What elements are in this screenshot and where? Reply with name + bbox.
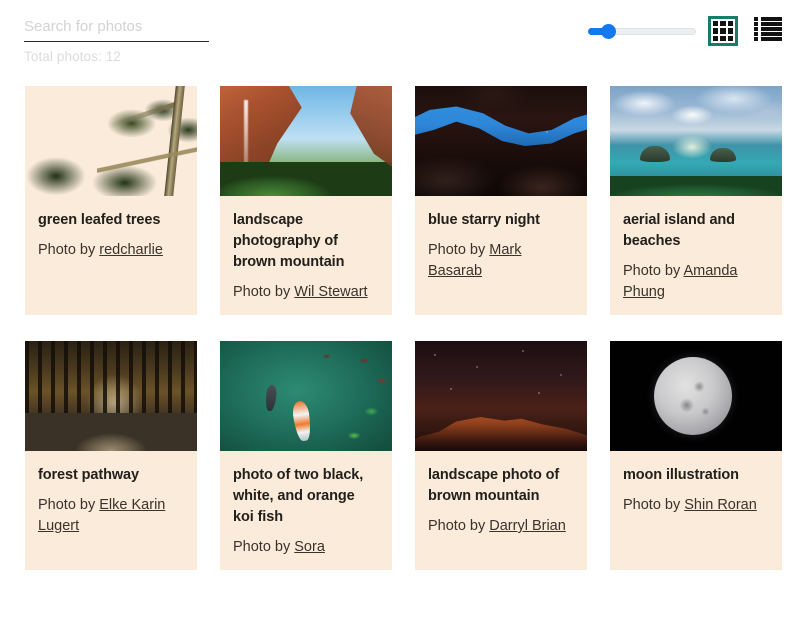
- photo-card-body: aerial island and beaches Photo by Amand…: [610, 196, 782, 315]
- photo-image-moon-illustration: [610, 341, 782, 451]
- rock-base-shape: [415, 437, 587, 451]
- photo-credit: Photo by redcharlie: [38, 240, 184, 261]
- photo-author-link[interactable]: Shin Roran: [684, 497, 757, 513]
- photo-author-link[interactable]: Wil Stewart: [294, 284, 367, 300]
- photo-thumbnail[interactable]: [220, 86, 392, 196]
- photo-author-link[interactable]: Sora: [294, 539, 325, 555]
- photo-thumbnail[interactable]: [415, 86, 587, 196]
- photo-thumbnail[interactable]: [25, 86, 197, 196]
- photo-card[interactable]: moon illustration Photo by Shin Roran: [610, 341, 782, 570]
- photo-author-link[interactable]: redcharlie: [99, 242, 163, 258]
- photo-image-koi-fish: [220, 341, 392, 451]
- photo-image-aerial-island: [610, 86, 782, 196]
- photo-title: aerial island and beaches: [623, 212, 735, 249]
- photo-credit: Photo by Wil Stewart: [233, 282, 379, 303]
- credit-prefix: Photo by: [428, 518, 490, 534]
- photo-title: photo of two black, white, and orange ko…: [233, 467, 364, 525]
- orange-koi-shape: [291, 400, 313, 442]
- grid-view-icon: [708, 16, 738, 46]
- photo-image-blue-starry-night: [415, 86, 587, 196]
- photo-card-body: green leafed trees Photo by redcharlie: [25, 196, 197, 273]
- credit-prefix: Photo by: [428, 242, 490, 258]
- photo-grid: green leafed trees Photo by redcharlie l…: [25, 86, 783, 570]
- credit-prefix: Photo by: [623, 497, 685, 513]
- photo-author-link[interactable]: Darryl Brian: [489, 518, 566, 534]
- photo-card-body: blue starry night Photo by Mark Basarab: [415, 196, 587, 294]
- search-field-wrapper: [24, 18, 209, 42]
- photo-image-forest-pathway: [25, 341, 197, 451]
- photo-thumbnail[interactable]: [25, 341, 197, 451]
- photo-thumbnail[interactable]: [220, 341, 392, 451]
- credit-prefix: Photo by: [38, 242, 100, 258]
- photo-image-green-leafed-trees: [25, 86, 197, 196]
- list-view-icon: [754, 16, 782, 42]
- photo-card-body: landscape photography of brown mountain …: [220, 196, 392, 315]
- photo-card-body: photo of two black, white, and orange ko…: [220, 451, 392, 570]
- photo-card[interactable]: green leafed trees Photo by redcharlie: [25, 86, 197, 315]
- photo-card[interactable]: photo of two black, white, and orange ko…: [220, 341, 392, 570]
- photo-title: moon illustration: [623, 467, 739, 483]
- photo-card-body: moon illustration Photo by Shin Roran: [610, 451, 782, 528]
- total-photos-label: Total photos: 12: [24, 49, 121, 64]
- slider-thumb[interactable]: [601, 24, 616, 39]
- dark-koi-shape: [264, 384, 278, 412]
- photo-credit: Photo by Elke Karin Lugert: [38, 495, 184, 537]
- photo-card[interactable]: forest pathway Photo by Elke Karin Luger…: [25, 341, 197, 570]
- photo-card[interactable]: aerial island and beaches Photo by Amand…: [610, 86, 782, 315]
- photo-title: green leafed trees: [38, 212, 161, 228]
- photo-credit: Photo by Mark Basarab: [428, 240, 574, 282]
- photo-credit: Photo by Shin Roran: [623, 495, 769, 516]
- grid-view-button[interactable]: [708, 16, 738, 46]
- credit-prefix: Photo by: [233, 284, 295, 300]
- photo-thumbnail[interactable]: [415, 341, 587, 451]
- photo-thumbnail[interactable]: [610, 341, 782, 451]
- canyon-floor-shape: [220, 162, 392, 196]
- photo-title: landscape photography of brown mountain: [233, 212, 345, 270]
- view-toggle-group: [708, 16, 792, 48]
- photo-title: blue starry night: [428, 212, 540, 228]
- photo-image-brown-mountain: [220, 86, 392, 196]
- photo-credit: Photo by Darryl Brian: [428, 516, 574, 537]
- credit-prefix: Photo by: [233, 539, 295, 555]
- photo-image-brown-mountain-night: [415, 341, 587, 451]
- toolbar: Total photos: 12: [0, 0, 807, 72]
- photo-thumbnail[interactable]: [610, 86, 782, 196]
- credit-prefix: Photo by: [38, 497, 100, 513]
- photo-card-body: forest pathway Photo by Elke Karin Luger…: [25, 451, 197, 549]
- photo-gallery-app: Total photos: 12: [0, 0, 807, 625]
- islet-shape: [710, 148, 736, 162]
- photo-card[interactable]: landscape photography of brown mountain …: [220, 86, 392, 315]
- moon-disc-shape: [654, 357, 732, 435]
- list-view-button[interactable]: [754, 16, 784, 46]
- photo-title: landscape photo of brown mountain: [428, 467, 560, 504]
- photo-card[interactable]: landscape photo of brown mountain Photo …: [415, 341, 587, 570]
- tree-branch-shape: [107, 102, 176, 129]
- islet-shape: [640, 146, 670, 162]
- tree-trunk-shape: [163, 86, 186, 196]
- credit-prefix: Photo by: [623, 263, 684, 279]
- size-slider[interactable]: [588, 23, 696, 39]
- photo-card-body: landscape photo of brown mountain Photo …: [415, 451, 587, 549]
- sun-glint-shape: [672, 134, 712, 160]
- photo-title: forest pathway: [38, 467, 139, 483]
- photo-credit: Photo by Sora: [233, 537, 379, 558]
- photo-card[interactable]: blue starry night Photo by Mark Basarab: [415, 86, 587, 315]
- search-input[interactable]: [24, 18, 209, 42]
- photo-credit: Photo by Amanda Phung: [623, 261, 769, 303]
